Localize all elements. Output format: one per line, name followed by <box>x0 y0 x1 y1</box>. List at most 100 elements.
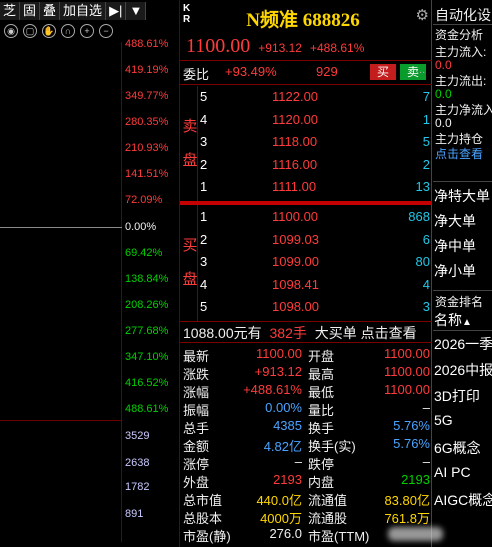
info-label: 最高 <box>308 367 335 382</box>
big-order-row[interactable]: 1088.00元有 382手 大买单 点击查看 <box>183 323 431 343</box>
sector-list-item[interactable]: 2026一季 <box>434 334 492 354</box>
kr-r: R <box>183 14 191 25</box>
order-book-row[interactable]: 3 1118.00 5 <box>198 131 432 153</box>
quote-panel: K R N频准 688826 ⚙ 1100.00 +913.12 +488.61… <box>180 0 432 547</box>
order-price: 1120.00 <box>272 111 319 127</box>
sector-list-item[interactable]: 3D打印 <box>434 386 480 406</box>
divider <box>433 181 492 182</box>
quote-info-row: 金额 4.82亿 换手(实) 5.76% <box>180 436 432 454</box>
info-value: +488.61% <box>243 382 302 397</box>
add-watchlist-button[interactable]: 加自选 <box>60 2 107 20</box>
info-value: 0.00% <box>265 400 302 415</box>
magnet-icon[interactable]: ∩ <box>61 24 75 38</box>
toolbar-item-1[interactable]: 固 <box>20 2 41 20</box>
sector-list-item[interactable]: 2026中报 <box>434 360 492 380</box>
info-label: 涨幅 <box>183 385 210 400</box>
info-label: 换手(实) <box>308 439 356 454</box>
net-order-item[interactable]: 净大单 <box>434 211 476 231</box>
percent-axis-label: 347.10% <box>125 351 169 363</box>
order-book-row[interactable]: 3 1099.00 80 <box>198 251 432 273</box>
order-volume: 13 <box>415 179 430 194</box>
sector-list-item[interactable]: 5G <box>434 412 453 428</box>
rank-header[interactable]: 资金排名 <box>435 293 483 310</box>
order-level: 1 <box>200 209 208 224</box>
order-volume: 868 <box>408 209 430 224</box>
price-change: +913.12 <box>258 41 302 55</box>
lock-icon[interactable]: ▢ <box>23 24 37 38</box>
order-book-row[interactable]: 5 1122.00 7 <box>198 86 432 108</box>
percent-axis-label: 416.52% <box>125 377 169 389</box>
sell-side-label-1: 卖 <box>182 118 198 135</box>
zoom-out-icon[interactable]: − <box>99 24 113 38</box>
kr-k: K <box>183 3 191 14</box>
order-price: 1098.41 <box>272 276 319 292</box>
intraday-chart-panel[interactable]: 芝 固 叠 加自选 ▶| ▼ ◉ ▢ ✋ ∩ + − 488.61% 419.19… <box>0 0 180 547</box>
info-value: 1100.00 <box>255 346 302 361</box>
hand-icon[interactable]: ✋ <box>42 24 56 38</box>
net-order-item[interactable]: 净特大单 <box>434 186 490 206</box>
big-order-text: 大买单 点击查看 <box>314 325 417 341</box>
volume-axis-label: 2638 <box>125 457 150 469</box>
order-book-row[interactable]: 1 1111.00 13 <box>198 176 432 198</box>
order-book-row[interactable]: 2 1116.00 2 <box>198 154 432 176</box>
order-price: 1111.00 <box>272 179 317 194</box>
info-label: 换手 <box>308 421 335 436</box>
zoom-in-icon[interactable]: + <box>80 24 94 38</box>
order-book-row[interactable]: 1 1100.00 868 <box>198 206 432 228</box>
sector-list-item[interactable]: 6G概念 <box>434 438 481 458</box>
right-panel: 自动化设 资金分析 主力流入: 0.0 主力流出: 0.0 主力净流入 0.0 主力持仓 点击… <box>433 0 492 547</box>
order-book-row[interactable]: 2 1099.03 6 <box>198 229 432 251</box>
sort-up-icon: ▲ <box>462 317 472 328</box>
quote-info-row: 总股本 4000万 流通股 761.8万 <box>180 508 432 526</box>
toolbar-item-2[interactable]: 叠 <box>40 2 61 20</box>
info-value: – <box>294 454 302 469</box>
net-order-item[interactable]: 净中单 <box>434 236 476 256</box>
divider <box>180 60 432 61</box>
info-value: 761.8万 <box>384 511 430 526</box>
percent-axis-label: 72.09% <box>125 194 163 206</box>
info-label: 最新 <box>183 349 210 364</box>
info-label: 外盘 <box>183 475 210 490</box>
info-label: 市盈(TTM) <box>308 529 370 544</box>
order-price: 1099.03 <box>272 231 319 247</box>
sector-list-item[interactable]: AI PC <box>434 464 471 480</box>
buy-button[interactable]: 买 <box>370 64 396 80</box>
big-order-shou: 382手 <box>269 325 307 341</box>
percent-axis-label: 349.77% <box>125 90 169 102</box>
watermark <box>388 527 443 541</box>
name-col-label: 名称 <box>434 312 462 328</box>
order-level: 5 <box>200 299 208 314</box>
toolbar-item-0[interactable]: 芝 <box>0 2 21 20</box>
divider <box>433 24 492 25</box>
info-value: 4385 <box>273 418 302 433</box>
sector-list-item[interactable]: AIGC概念 <box>434 490 492 510</box>
order-volume: 7 <box>422 89 430 104</box>
name-column-header[interactable]: 名称▲ <box>434 310 472 330</box>
gear-icon[interactable]: ⚙ <box>416 6 429 24</box>
info-value: 2193 <box>401 472 430 487</box>
order-book-row[interactable]: 4 1098.41 4 <box>198 274 432 296</box>
order-book-row[interactable]: 5 1098.00 3 <box>198 296 432 318</box>
dropdown-icon[interactable]: ▼ <box>126 2 147 20</box>
last-price: 1100.00 <box>186 35 251 57</box>
skip-icon[interactable]: ▶| <box>106 2 127 20</box>
fund-flow-value[interactable]: 点击查看 <box>435 145 483 162</box>
order-level: 2 <box>200 156 208 172</box>
volume-divider <box>0 420 122 421</box>
buy-side-label-1: 买 <box>182 237 198 254</box>
eye-icon[interactable]: ◉ <box>4 24 18 38</box>
order-volume: 1 <box>422 111 430 127</box>
right-panel-header[interactable]: 自动化设 <box>435 5 491 25</box>
info-value: 5.76% <box>393 436 430 451</box>
more-button[interactable]: ... <box>416 64 425 76</box>
info-value: +913.12 <box>254 364 302 379</box>
percent-axis-label: 277.68% <box>125 325 169 337</box>
info-label: 最低 <box>308 385 335 400</box>
net-order-item[interactable]: 净小单 <box>434 261 476 281</box>
info-label: 流通股 <box>308 511 348 526</box>
order-book-row[interactable]: 4 1120.00 1 <box>198 109 432 131</box>
spread-bar <box>180 201 432 205</box>
stock-title[interactable]: N频准 688826 <box>198 5 408 32</box>
order-level: 4 <box>200 111 208 127</box>
order-price: 1100.00 <box>272 209 319 224</box>
